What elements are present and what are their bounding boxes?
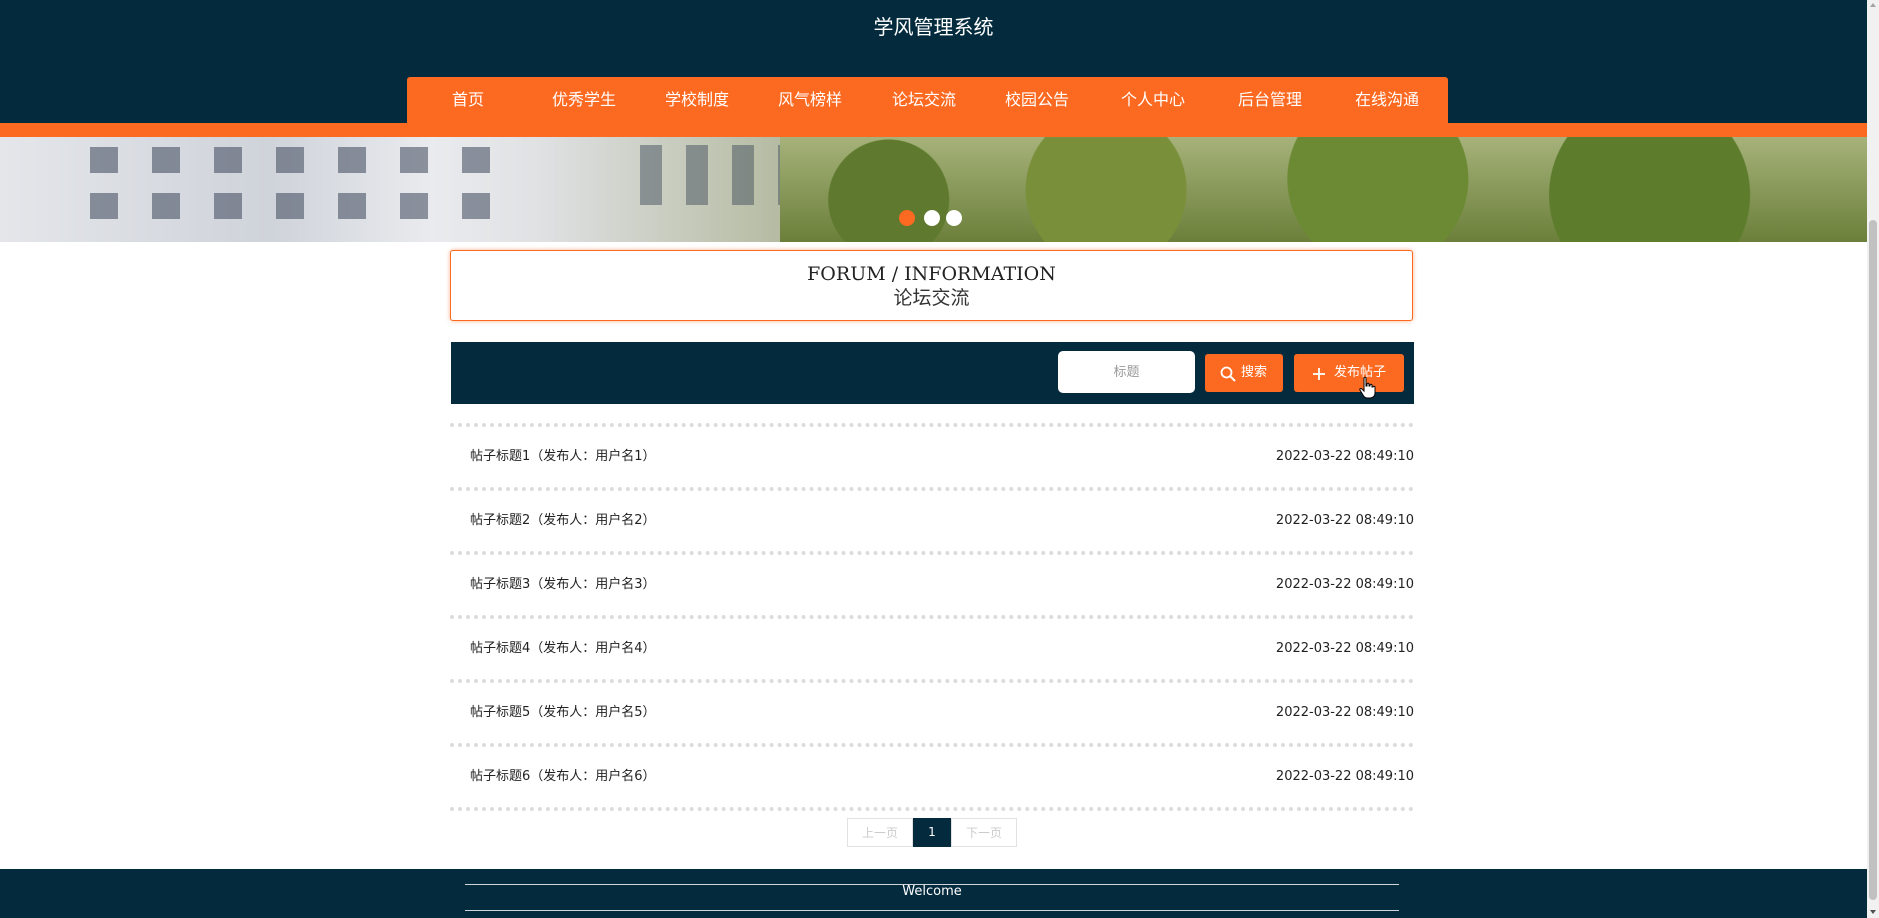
plus-icon [1313,368,1325,380]
post-time: 2022-03-22 08:49:10 [1275,449,1414,464]
new-post-button[interactable]: 发布帖子 [1294,354,1404,392]
carousel-dot-1[interactable] [899,210,915,226]
scrollbar-thumb[interactable] [1869,220,1877,900]
post-title[interactable]: 帖子标题1（发布人：用户名1） [470,427,656,487]
footer-divider [465,910,1399,911]
banner-carousel [0,137,1867,242]
post-time: 2022-03-22 08:49:10 [1275,705,1414,720]
post-time: 2022-03-22 08:49:10 [1275,641,1414,656]
nav-item-admin[interactable]: 后台管理 [1238,77,1302,123]
post-title[interactable]: 帖子标题5（发布人：用户名5） [470,683,656,743]
search-button[interactable]: 搜索 [1205,354,1283,392]
row-separator [450,807,1414,811]
post-title[interactable]: 帖子标题4（发布人：用户名4） [470,619,656,679]
search-button-label: 搜索 [1241,365,1268,380]
banner-image-windows [90,147,490,237]
nav-item-home[interactable]: 首页 [452,77,484,123]
pagination-prev[interactable]: 上一页 [847,818,913,847]
section-title-box: FORUM / INFORMATION 论坛交流 [450,250,1413,321]
post-time: 2022-03-22 08:49:10 [1275,513,1414,528]
post-row[interactable]: 帖子标题5（发布人：用户名5） 2022-03-22 08:49:10 [450,683,1414,743]
forum-toolbar: 搜索 发布帖子 [451,342,1414,404]
search-icon [1220,366,1236,382]
search-input[interactable] [1058,351,1195,393]
nav-item-school-rules[interactable]: 学校制度 [665,77,729,123]
post-row[interactable]: 帖子标题2（发布人：用户名2） 2022-03-22 08:49:10 [450,491,1414,551]
scroll-up-arrow-icon[interactable] [1870,3,1876,7]
footer: Welcome [0,869,1867,918]
post-title[interactable]: 帖子标题2（发布人：用户名2） [470,491,656,551]
header: 学风管理系统 首页 优秀学生 学校制度 风气榜样 论坛交流 校园公告 个人中心 … [0,0,1867,137]
banner-image-trees [780,137,1867,242]
pagination-current-page[interactable]: 1 [913,818,951,847]
section-title-cn: 论坛交流 [893,287,970,309]
post-row[interactable]: 帖子标题6（发布人：用户名6） 2022-03-22 08:49:10 [450,747,1414,807]
nav-item-personal-center[interactable]: 个人中心 [1121,77,1185,123]
nav-item-forum[interactable]: 论坛交流 [892,77,956,123]
post-row[interactable]: 帖子标题1（发布人：用户名1） 2022-03-22 08:49:10 [450,427,1414,487]
hand-cursor-icon [1359,376,1376,399]
main-nav: 首页 优秀学生 学校制度 风气榜样 论坛交流 校园公告 个人中心 后台管理 在线… [407,77,1448,137]
section-title-en: FORUM / INFORMATION [807,263,1056,285]
carousel-dot-2[interactable] [924,210,940,226]
post-list: 帖子标题1（发布人：用户名1） 2022-03-22 08:49:10 帖子标题… [450,423,1414,811]
nav-item-announcements[interactable]: 校园公告 [1005,77,1069,123]
post-row[interactable]: 帖子标题3（发布人：用户名3） 2022-03-22 08:49:10 [450,555,1414,615]
page: 学风管理系统 首页 优秀学生 学校制度 风气榜样 论坛交流 校园公告 个人中心 … [0,0,1867,918]
footer-text: Welcome [902,884,962,899]
nav-item-online-chat[interactable]: 在线沟通 [1355,77,1419,123]
pagination-next[interactable]: 下一页 [951,818,1017,847]
post-title[interactable]: 帖子标题6（发布人：用户名6） [470,747,656,807]
carousel-dot-3[interactable] [946,210,962,226]
nav-item-role-models[interactable]: 风气榜样 [778,77,842,123]
site-title: 学风管理系统 [873,15,994,39]
carousel-dots [899,210,965,226]
post-title[interactable]: 帖子标题3（发布人：用户名3） [470,555,656,615]
post-time: 2022-03-22 08:49:10 [1275,769,1414,784]
nav-item-excellent-students[interactable]: 优秀学生 [552,77,616,123]
page-scrollbar[interactable] [1867,0,1879,918]
post-time: 2022-03-22 08:49:10 [1275,577,1414,592]
scroll-down-arrow-icon[interactable] [1870,910,1876,914]
post-row[interactable]: 帖子标题4（发布人：用户名4） 2022-03-22 08:49:10 [450,619,1414,679]
